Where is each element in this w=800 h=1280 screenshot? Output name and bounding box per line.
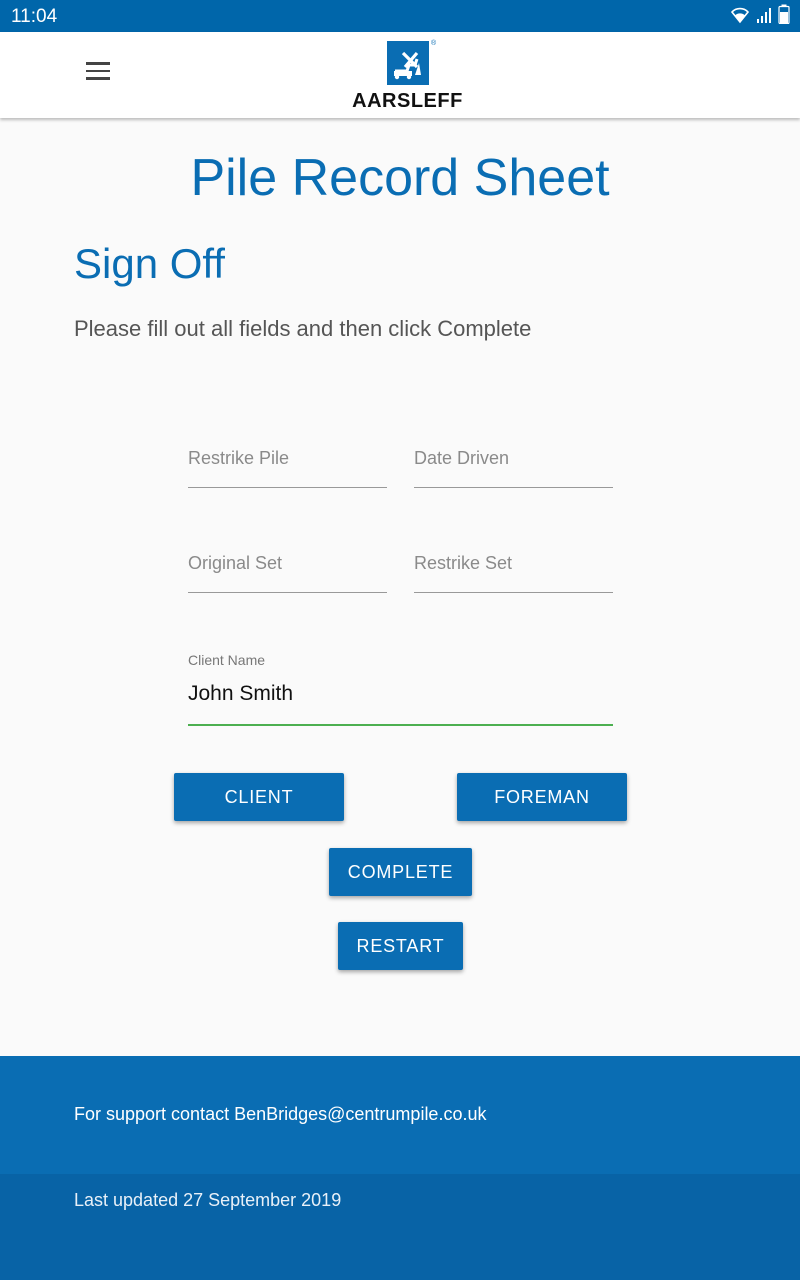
hamburger-menu-icon[interactable]: [86, 62, 114, 86]
client-button[interactable]: CLIENT: [174, 773, 344, 821]
restrike-set-placeholder: Restrike Set: [414, 553, 513, 573]
client-name-value: John Smith: [188, 682, 294, 705]
logo-registered-mark: ®: [431, 40, 437, 47]
instructions-text: Please fill out all fields and then clic…: [74, 316, 532, 341]
section-title: Sign Off: [74, 240, 225, 287]
foreman-button[interactable]: FOREMAN: [457, 773, 627, 821]
aarsleff-logo: ® AARSLEFF: [345, 40, 470, 112]
restrike-set-field[interactable]: Restrike Set: [414, 553, 613, 593]
footer-support: For support contact BenBridges@centrumpi…: [0, 1056, 800, 1174]
last-updated-text: Last updated 27 September 2019: [74, 1190, 342, 1210]
date-driven-field[interactable]: Date Driven: [414, 448, 613, 488]
restrike-pile-field[interactable]: Restrike Pile: [188, 448, 387, 488]
restart-button[interactable]: RESTART: [338, 922, 463, 970]
battery-icon: [778, 4, 790, 24]
logo-mark-icon: [387, 41, 429, 85]
status-time: 11:04: [11, 6, 58, 27]
page-title: Pile Record Sheet: [190, 149, 610, 207]
status-bar: 11:04: [0, 0, 800, 32]
signal-icon: [757, 8, 771, 23]
original-set-field[interactable]: Original Set: [188, 553, 387, 593]
logo-text: AARSLEFF: [352, 90, 463, 112]
date-driven-placeholder: Date Driven: [414, 448, 510, 468]
client-name-field[interactable]: Client Name John Smith: [188, 650, 613, 726]
footer-updated: Last updated 27 September 2019: [0, 1174, 800, 1280]
client-name-label: Client Name: [188, 652, 266, 668]
support-contact-text: For support contact BenBridges@centrumpi…: [74, 1104, 487, 1124]
app-header: ® AARSLEFF: [0, 32, 800, 118]
complete-button[interactable]: COMPLETE: [329, 848, 472, 896]
status-icons: [730, 4, 790, 24]
restrike-pile-placeholder: Restrike Pile: [188, 448, 290, 468]
original-set-placeholder: Original Set: [188, 553, 283, 573]
wifi-icon: [730, 7, 750, 24]
